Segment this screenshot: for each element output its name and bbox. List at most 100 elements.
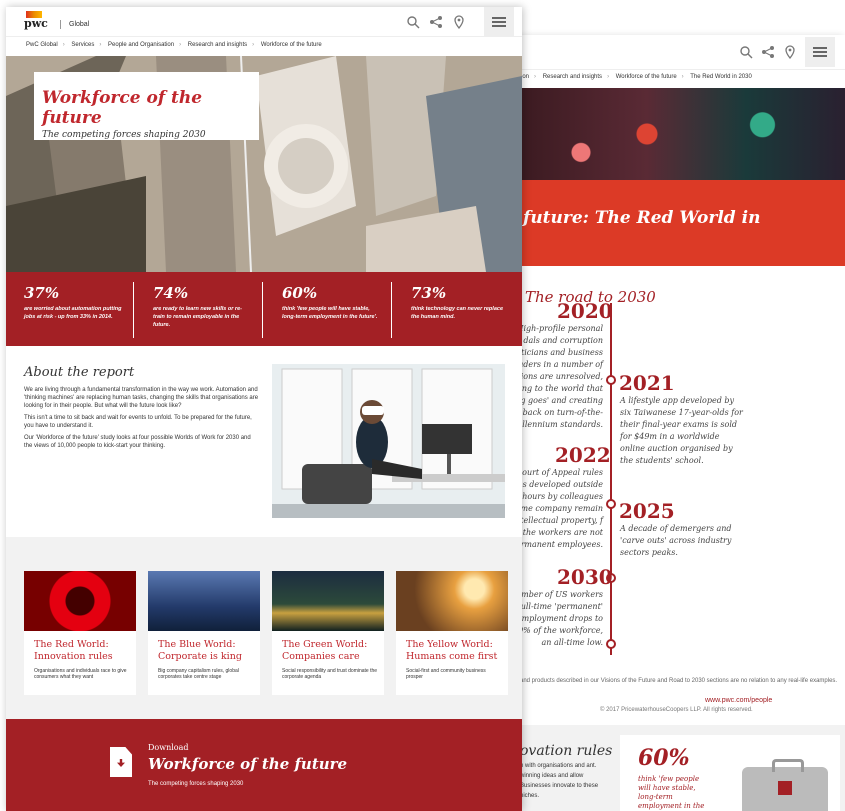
region-label[interactable]: Global	[69, 21, 89, 28]
copyright: © 2017 PricewaterhouseCoopers LLP. All r…	[600, 707, 753, 713]
location-icon[interactable]	[452, 15, 466, 29]
back-breadcrumb: ion › Research and insights › Workforce of…	[521, 74, 752, 80]
stat-text: think technology can never replace the h…	[411, 306, 504, 320]
innovation-text: n with organisations and ant. winning id…	[520, 763, 599, 799]
hero-title-box: Workforce of the future The competing fo…	[34, 72, 259, 140]
share-icon[interactable]	[429, 15, 443, 29]
timeline-dot	[606, 639, 616, 649]
about-heading: About the report	[24, 365, 135, 380]
stat-text: think 'few people will have stable, long…	[282, 306, 378, 320]
download-banner[interactable]: Download Workforce of the future The com…	[6, 719, 522, 811]
world-card-blue[interactable]: The Blue World: Corporate is king Big co…	[148, 571, 260, 695]
screenshot-stage: ion › Research and insights › Workforce of…	[0, 0, 845, 811]
stat-item: 73% think technology can never replace t…	[391, 272, 522, 346]
back-page: ion › Research and insights › Workforce of…	[515, 35, 845, 811]
stat-text: are worried about automation putting job…	[24, 306, 122, 320]
timeline-year: 2021	[619, 371, 675, 395]
share-icon[interactable]	[761, 45, 775, 59]
office-illustration	[272, 364, 505, 518]
world-text: Organisations and individuals race to gi…	[34, 668, 127, 680]
search-icon[interactable]	[739, 45, 753, 59]
front-header: pwc Global	[6, 7, 522, 37]
back-banner-title: future: The Red World in	[515, 180, 845, 266]
world-title[interactable]: The Green World: Companies care	[272, 631, 384, 663]
worlds-section: The Red World: Innovation rules Organisa…	[6, 537, 522, 719]
world-card-green[interactable]: The Green World: Companies care Social r…	[272, 571, 384, 695]
download-title[interactable]: Workforce of the future	[148, 755, 347, 773]
breadcrumb-item[interactable]: Workforce of the future	[616, 74, 677, 80]
innovation-heading: ovation rules	[520, 743, 613, 759]
timeline-dot	[606, 499, 616, 509]
download-subtitle: The competing forces shaping 2030	[148, 781, 244, 787]
breadcrumb-item: The Red World in 2030	[690, 74, 752, 80]
menu-button[interactable]	[805, 37, 835, 67]
timeline-year: 2022	[555, 443, 611, 467]
stat-value: 37%	[24, 284, 60, 302]
world-text: Social-first and community business pros…	[406, 668, 486, 680]
breadcrumb-item: Workforce of the future	[260, 42, 322, 48]
search-icon[interactable]	[406, 15, 420, 29]
timeline-text: A decade of demergers and 'carve outs' a…	[620, 524, 732, 557]
hamburger-icon	[813, 47, 827, 57]
world-card-red[interactable]: The Red World: Innovation rules Organisa…	[24, 571, 136, 695]
timeline-dot	[606, 375, 616, 385]
stat-value: 74%	[153, 284, 189, 302]
world-text: Social responsibility and trust dominate…	[282, 668, 378, 680]
about-paragraph: We are living through a fundamental tran…	[24, 387, 259, 409]
stat-item: 74% are ready to learn new skills or re-…	[133, 272, 264, 346]
header-icons	[406, 15, 466, 29]
page-subtitle: The competing forces shaping 2030	[42, 130, 206, 140]
back-header	[515, 35, 845, 70]
header-divider	[60, 20, 61, 29]
timeline-line	[606, 303, 616, 655]
breadcrumb-item[interactable]: ion	[521, 74, 529, 80]
stat-card: 60% think 'few people will have stable, …	[620, 735, 840, 811]
stat-card-value: 60%	[638, 745, 690, 771]
timeline-year: 2030	[557, 565, 613, 589]
world-text: Big company capitalism rules, global cor…	[158, 668, 239, 680]
breadcrumb-item[interactable]: PwC Global	[26, 42, 58, 48]
back-hero-image	[515, 88, 845, 180]
breadcrumb-item[interactable]: Research and insights	[188, 42, 247, 48]
logo-mark	[26, 11, 42, 18]
world-image	[24, 571, 136, 631]
briefcase-icon	[742, 759, 828, 811]
breadcrumb-item[interactable]: Research and insights	[543, 74, 602, 80]
timeline-text: umber of US workers ull-time 'permanent'…	[515, 590, 603, 647]
stat-text: are ready to learn new skills or re-trai…	[153, 306, 242, 328]
breadcrumb-item[interactable]: People and Organisation	[108, 42, 174, 48]
world-image	[148, 571, 260, 631]
download-icon[interactable]	[110, 747, 132, 777]
site-link[interactable]: www.pwc.com/people	[705, 697, 772, 704]
world-card-yellow[interactable]: The Yellow World: Humans come first Soci…	[396, 571, 508, 695]
hamburger-icon	[492, 17, 506, 27]
stat-item: 37% are worried about automation putting…	[6, 272, 135, 346]
back-footnote: and products described in our Visions of…	[520, 678, 838, 684]
timeline-year: 2020	[557, 299, 613, 323]
stat-value: 73%	[411, 284, 447, 302]
menu-button[interactable]	[484, 7, 514, 37]
pwc-logo[interactable]: pwc	[24, 11, 48, 30]
about-paragraph: Our 'Workforce of the future' study look…	[24, 435, 251, 449]
world-image	[272, 571, 384, 631]
vr-user-image	[272, 364, 505, 518]
front-page: pwc Global PwC Global › Services › People …	[6, 7, 522, 811]
timeline-text: A lifestyle app developed by six Taiwane…	[620, 396, 743, 465]
about-paragraph: This isn't a time to sit back and wait f…	[24, 415, 252, 429]
page-title: Workforce of the future	[42, 88, 203, 128]
timeline-text: High-profile personal dals and corruptio…	[516, 324, 603, 429]
timeline-year: 2025	[619, 499, 675, 523]
world-title[interactable]: The Yellow World: Humans come first	[396, 631, 508, 663]
stat-value: 60%	[282, 284, 318, 302]
front-breadcrumb: PwC Global › Services › People and Organis…	[26, 42, 322, 48]
location-icon[interactable]	[783, 45, 797, 59]
stats-band: 37% are worried about automation putting…	[6, 272, 522, 346]
about-section: About the report We are living through a…	[24, 365, 260, 454]
world-image	[396, 571, 508, 631]
download-label: Download	[148, 743, 189, 752]
world-title[interactable]: The Blue World: Corporate is king	[148, 631, 260, 663]
stat-item: 60% think 'few people will have stable, …	[262, 272, 393, 346]
hero-image: Workforce of the future The competing fo…	[6, 56, 522, 272]
breadcrumb-item[interactable]: Services	[71, 42, 94, 48]
world-title[interactable]: The Red World: Innovation rules	[24, 631, 136, 663]
